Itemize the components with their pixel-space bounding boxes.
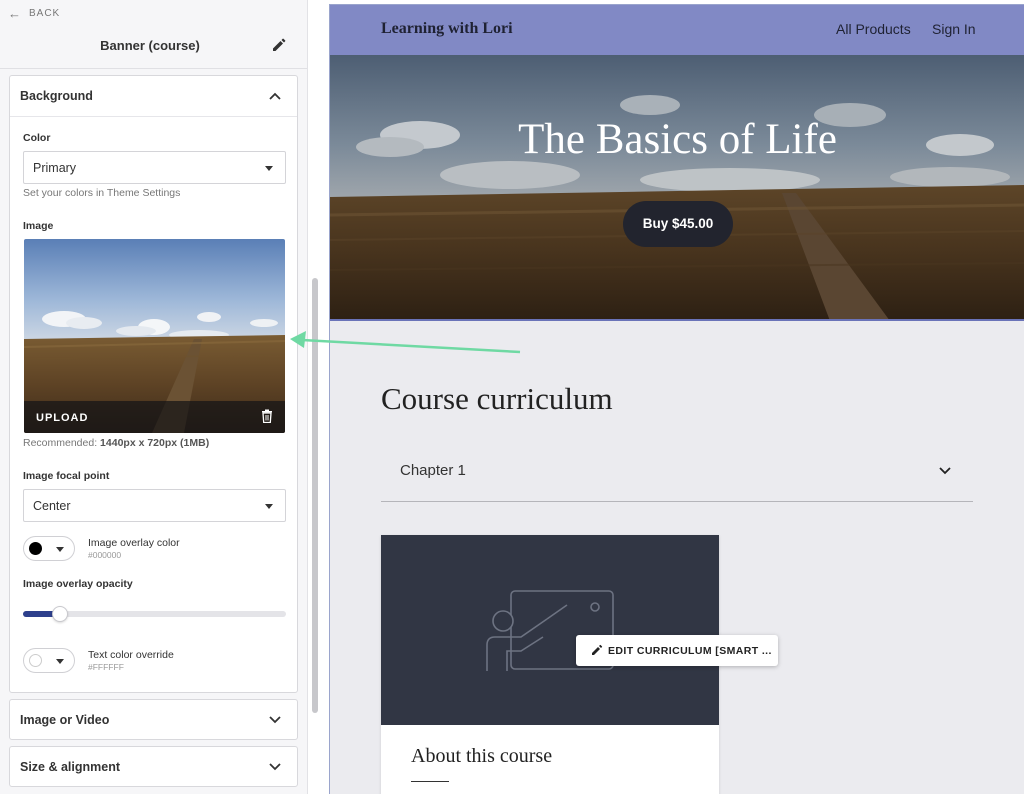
text-color-hex: #FFFFFF xyxy=(88,662,124,672)
site-page: Learning with Lori All Products Sign In xyxy=(329,4,1024,794)
chevron-down-icon xyxy=(269,716,281,724)
color-swatch xyxy=(29,654,42,667)
site-navbar: Learning with Lori All Products Sign In xyxy=(330,5,1024,55)
site-preview: Learning with Lori All Products Sign In xyxy=(323,0,1024,794)
panel-scrollbar[interactable] xyxy=(312,278,318,713)
title-underline xyxy=(411,781,449,782)
course-image-placeholder xyxy=(381,535,719,725)
chapter-label: Chapter 1 xyxy=(400,462,466,479)
overlay-color-picker[interactable] xyxy=(23,536,75,561)
text-color-picker[interactable] xyxy=(23,648,75,673)
chapter-accordion[interactable]: Chapter 1 xyxy=(381,445,973,502)
edit-curriculum-label: EDIT CURRICULUM [SMART ... xyxy=(608,645,772,657)
caret-down-icon xyxy=(265,504,273,509)
recommended-prefix: Recommended: xyxy=(23,437,98,449)
caret-down-icon xyxy=(265,166,273,171)
color-select[interactable]: Primary xyxy=(23,151,286,184)
image-label: Image xyxy=(23,220,54,232)
chevron-down-icon xyxy=(269,763,281,771)
section-heading: Size & alignment xyxy=(20,760,121,774)
back-button[interactable]: ← BACK xyxy=(8,5,61,21)
caret-down-icon xyxy=(56,659,64,664)
color-label: Color xyxy=(23,132,51,144)
size-alignment-section[interactable]: Size & alignment xyxy=(9,746,298,787)
hero-background-image xyxy=(330,55,1024,319)
divider xyxy=(0,68,307,69)
background-image-preview[interactable]: UPLOAD xyxy=(24,239,285,433)
slider-thumb[interactable] xyxy=(52,606,68,622)
text-color-label: Text color override xyxy=(88,649,174,661)
image-toolbar: UPLOAD xyxy=(24,401,285,433)
background-section-heading[interactable]: Background xyxy=(20,89,93,103)
overlay-opacity-slider[interactable] xyxy=(23,606,286,622)
pencil-icon xyxy=(592,644,603,655)
arrow-left-icon: ← xyxy=(8,5,22,21)
banner-section[interactable]: The Basics of Life Buy $45.00 xyxy=(330,55,1024,321)
upload-button[interactable]: UPLOAD xyxy=(36,412,88,424)
back-label: BACK xyxy=(29,8,61,19)
focal-point-value: Center xyxy=(33,499,71,513)
curriculum-title: Course curriculum xyxy=(381,381,613,416)
nav-sign-in[interactable]: Sign In xyxy=(932,21,976,37)
focal-point-label: Image focal point xyxy=(23,470,110,482)
color-select-value: Primary xyxy=(33,161,77,175)
nav-all-products[interactable]: All Products xyxy=(836,21,911,37)
chevron-down-icon xyxy=(939,467,951,475)
panel-title: Banner (course) xyxy=(100,38,200,53)
overlay-color-hex: #000000 xyxy=(88,550,122,560)
caret-down-icon xyxy=(56,547,64,552)
chevron-up-icon[interactable] xyxy=(269,92,281,100)
divider xyxy=(10,116,297,117)
color-swatch xyxy=(29,542,42,555)
editor-panel: ← BACK Banner (course) Background Color … xyxy=(0,0,308,794)
overlay-opacity-label: Image overlay opacity xyxy=(23,578,133,590)
hero-title: The Basics of Life xyxy=(518,116,837,163)
image-recommendation: Recommended: 1440px x 720px (1MB) xyxy=(23,437,209,449)
background-section: Background Color Primary Set your colors… xyxy=(9,75,298,693)
section-heading: Image or Video xyxy=(20,713,110,727)
trash-icon[interactable] xyxy=(261,409,273,423)
image-or-video-section[interactable]: Image or Video xyxy=(9,699,298,740)
recommended-value: 1440px x 720px (1MB) xyxy=(100,437,210,449)
site-brand[interactable]: Learning with Lori xyxy=(381,20,513,38)
focal-point-select[interactable]: Center xyxy=(23,489,286,522)
overlay-color-label: Image overlay color xyxy=(88,537,180,549)
about-course-title: About this course xyxy=(411,745,553,767)
edit-curriculum-button[interactable]: EDIT CURRICULUM [SMART ... xyxy=(576,635,778,666)
color-hint: Set your colors in Theme Settings xyxy=(23,187,181,199)
buy-button[interactable]: Buy $45.00 xyxy=(623,201,733,247)
pencil-icon[interactable] xyxy=(271,37,287,53)
